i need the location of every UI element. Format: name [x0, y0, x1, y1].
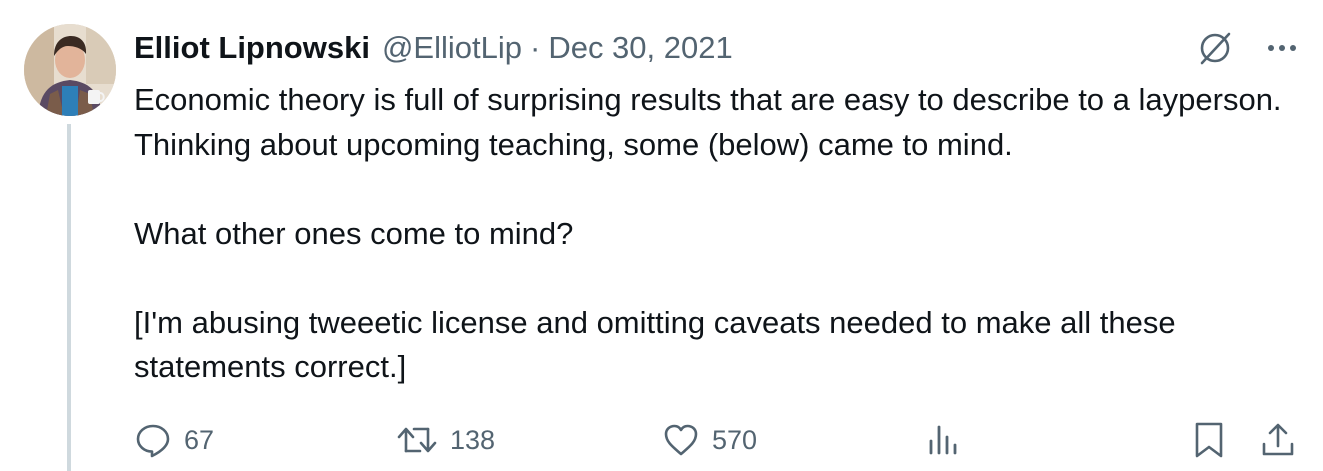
retweet-button[interactable]: 138 [396, 418, 495, 462]
author-handle[interactable]: @ElliotLip [382, 30, 522, 66]
tweet-text: Economic theory is full of surprising re… [134, 78, 1294, 390]
like-button[interactable]: 570 [662, 418, 757, 462]
tweet[interactable]: Elliot Lipnowski @ElliotLip · Dec 30, 20… [0, 0, 1323, 471]
reply-count: 67 [184, 424, 215, 455]
bookmark-icon [1192, 420, 1226, 460]
reply-button[interactable]: 67 [134, 418, 214, 462]
avatar-column [24, 24, 116, 116]
header-separator: · [529, 30, 541, 65]
bookmark-button[interactable] [1192, 418, 1226, 462]
like-count: 570 [712, 424, 758, 455]
like-icon [662, 421, 700, 459]
share-icon [1260, 420, 1296, 460]
tweet-paragraph-1: Economic theory is full of surprising re… [134, 82, 1282, 162]
thread-line [67, 124, 71, 471]
tweet-header: Elliot Lipnowski @ElliotLip · Dec 30, 20… [134, 28, 733, 68]
views-button[interactable] [926, 418, 962, 462]
retweet-icon [396, 421, 438, 459]
tweet-paragraph-2: What other ones come to mind? [134, 215, 574, 251]
tweet-paragraph-3: [I'm abusing tweeetic license and omitti… [134, 304, 1176, 385]
share-button[interactable] [1260, 418, 1296, 462]
grok-icon[interactable] [1195, 28, 1235, 68]
avatar[interactable] [24, 24, 116, 116]
author-display-name[interactable]: Elliot Lipnowski [134, 30, 370, 66]
tweet-date[interactable]: Dec 30, 2021 [548, 30, 732, 66]
more-icon[interactable] [1265, 28, 1299, 68]
reply-icon [134, 421, 172, 459]
top-actions [1195, 28, 1299, 68]
avatar-image [24, 24, 116, 116]
views-icon [926, 421, 962, 459]
action-bar: 67 138 570 [134, 418, 1300, 462]
retweet-count: 138 [450, 424, 496, 455]
